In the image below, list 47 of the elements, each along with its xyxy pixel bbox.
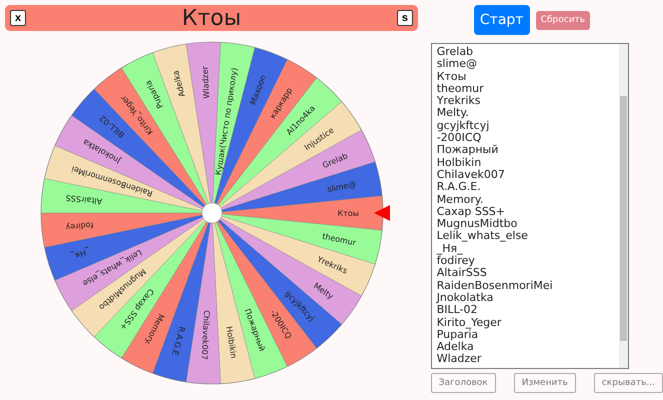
list-action-button[interactable]: скрывать... xyxy=(594,373,663,393)
names-listbox[interactable] xyxy=(430,43,629,369)
list-item[interactable]: AltairSSS xyxy=(436,267,619,280)
scrollbar[interactable] xyxy=(618,44,628,368)
list-item[interactable]: Kirito_Yeger xyxy=(436,316,619,329)
segment-label: R.A.G.E xyxy=(170,326,186,356)
segment-label: Ктоы xyxy=(337,209,359,218)
list-item[interactable]: Wladzer xyxy=(436,353,619,366)
list-item[interactable]: _Ня_ xyxy=(436,242,619,256)
close-key-button[interactable]: x xyxy=(10,10,26,26)
list-item[interactable]: Memory. xyxy=(436,194,619,206)
wheel-hub xyxy=(202,202,222,224)
list-action-button[interactable]: Изменить xyxy=(514,373,576,393)
list-item[interactable]: Сахар SSS+ xyxy=(436,206,619,218)
list-item[interactable]: -200ICQ xyxy=(436,132,619,144)
wheel-title: Ктоы xyxy=(182,6,242,30)
list-item[interactable]: theomur xyxy=(436,82,619,96)
list-item[interactable]: Yrekriks xyxy=(436,95,619,108)
segment-label: AltairSSS xyxy=(65,193,103,206)
list-item[interactable]: Grelab xyxy=(436,46,619,58)
list-item[interactable]: Jnokolatka xyxy=(436,292,619,304)
start-button[interactable]: Старт xyxy=(474,5,530,35)
segment-label: Holbikin xyxy=(224,326,238,360)
segment-label: Adelka xyxy=(171,69,187,98)
save-key-button[interactable]: s xyxy=(396,10,413,26)
list-item[interactable]: fodirey xyxy=(436,255,619,268)
list-item[interactable]: gcyjkftcyj xyxy=(436,120,619,132)
list-item[interactable]: Adelka xyxy=(436,341,619,354)
list-item[interactable]: Puparia xyxy=(436,328,619,342)
list-item[interactable]: MugnusMidtbo xyxy=(436,218,619,230)
list-item[interactable]: Пожарный xyxy=(436,144,619,157)
segment-label: theomur xyxy=(322,232,357,248)
list-item[interactable]: Holbikin xyxy=(436,156,619,169)
segment-label: Wladzer xyxy=(200,66,212,99)
list-item[interactable]: RaidenBosenmoriMei xyxy=(436,280,619,292)
segment-label: slime@ xyxy=(326,180,357,194)
list-item[interactable]: R.A.G.E. xyxy=(436,181,619,194)
segment-label: fodirey xyxy=(65,220,94,232)
list-item[interactable]: BILL-02 xyxy=(436,304,619,317)
list-item[interactable]: Lelik_whats_else xyxy=(436,230,619,243)
pointer-icon xyxy=(374,205,390,221)
list-item[interactable]: Chilavek007 xyxy=(436,168,619,182)
list-item[interactable]: slime@ xyxy=(436,58,619,71)
list-action-button[interactable]: Заголовок xyxy=(430,373,496,393)
segment-label: Chilavek007 xyxy=(200,310,212,360)
list-item[interactable]: Melty. xyxy=(436,107,619,120)
list-item[interactable]: Ктоы xyxy=(436,70,619,83)
